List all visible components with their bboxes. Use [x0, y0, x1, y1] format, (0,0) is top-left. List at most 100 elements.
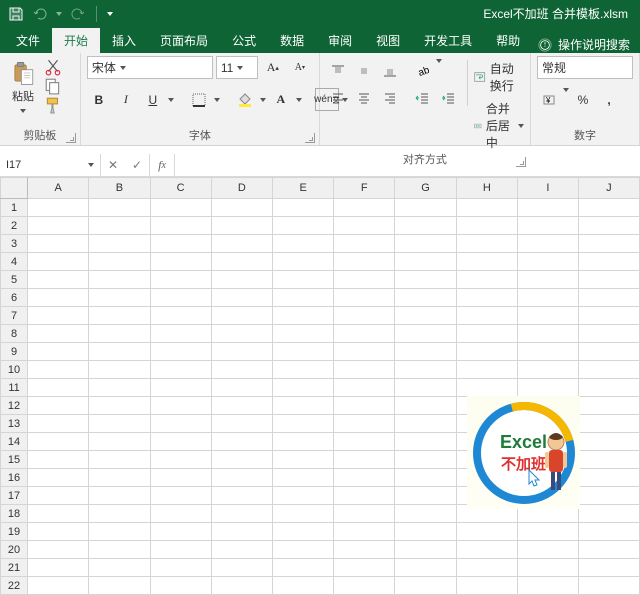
cell[interactable] — [150, 253, 211, 271]
cell[interactable] — [211, 217, 272, 235]
cell[interactable] — [456, 235, 517, 253]
cell[interactable] — [89, 469, 150, 487]
row-header[interactable]: 14 — [1, 433, 28, 451]
cell[interactable] — [28, 397, 89, 415]
cell[interactable] — [28, 487, 89, 505]
cell[interactable] — [395, 415, 456, 433]
cell[interactable] — [211, 253, 272, 271]
percent-format-icon[interactable]: % — [571, 88, 595, 111]
cell[interactable] — [517, 361, 578, 379]
cell[interactable] — [456, 271, 517, 289]
row-header[interactable]: 5 — [1, 271, 28, 289]
cell[interactable] — [395, 307, 456, 325]
cell[interactable] — [89, 487, 150, 505]
cell[interactable] — [273, 469, 334, 487]
cell[interactable] — [273, 559, 334, 577]
cell[interactable] — [334, 487, 395, 505]
cell[interactable] — [89, 415, 150, 433]
column-header[interactable]: E — [273, 178, 334, 199]
tab-home[interactable]: 开始 — [52, 27, 100, 53]
cell[interactable] — [395, 451, 456, 469]
cell[interactable] — [89, 289, 150, 307]
italic-button[interactable]: I — [114, 88, 138, 111]
cell[interactable] — [211, 469, 272, 487]
cell[interactable] — [456, 361, 517, 379]
cell[interactable] — [89, 343, 150, 361]
cell[interactable] — [273, 235, 334, 253]
cell[interactable] — [28, 307, 89, 325]
cell[interactable] — [517, 307, 578, 325]
cell[interactable] — [517, 541, 578, 559]
cell[interactable] — [578, 505, 639, 523]
cell[interactable] — [211, 397, 272, 415]
cell[interactable] — [211, 415, 272, 433]
cell[interactable] — [578, 415, 639, 433]
cell[interactable] — [578, 469, 639, 487]
cell[interactable] — [211, 235, 272, 253]
cell[interactable] — [28, 217, 89, 235]
cell[interactable] — [89, 217, 150, 235]
row-header[interactable]: 6 — [1, 289, 28, 307]
tab-insert[interactable]: 插入 — [100, 27, 148, 53]
font-dialog-launcher-icon[interactable] — [305, 133, 315, 143]
cell[interactable] — [89, 253, 150, 271]
cell[interactable] — [28, 577, 89, 595]
cell[interactable] — [211, 307, 272, 325]
cell[interactable] — [395, 523, 456, 541]
cell[interactable] — [517, 523, 578, 541]
cell[interactable] — [395, 379, 456, 397]
cell[interactable] — [28, 451, 89, 469]
qat-customize-icon[interactable] — [107, 12, 113, 16]
cell[interactable] — [334, 541, 395, 559]
cell[interactable] — [517, 559, 578, 577]
cell[interactable] — [517, 217, 578, 235]
cell[interactable] — [89, 451, 150, 469]
cell[interactable] — [150, 505, 211, 523]
insert-function-icon[interactable]: fx — [150, 154, 175, 176]
cell[interactable] — [517, 199, 578, 217]
cell[interactable] — [89, 379, 150, 397]
cell[interactable] — [28, 469, 89, 487]
cell[interactable] — [273, 307, 334, 325]
row-header[interactable]: 17 — [1, 487, 28, 505]
border-dropdown-icon[interactable] — [214, 98, 220, 102]
cell[interactable] — [150, 523, 211, 541]
cell[interactable] — [517, 343, 578, 361]
cell[interactable] — [395, 505, 456, 523]
cell[interactable] — [150, 451, 211, 469]
underline-button[interactable]: U — [141, 88, 165, 111]
merge-dropdown-icon[interactable] — [518, 124, 524, 128]
cell[interactable] — [334, 469, 395, 487]
spreadsheet-grid[interactable]: ABCDEFGHIJ123456789101112131415161718192… — [0, 177, 640, 595]
cell[interactable] — [517, 577, 578, 595]
cell[interactable] — [334, 307, 395, 325]
cell[interactable] — [89, 271, 150, 289]
copy-icon[interactable] — [44, 78, 62, 94]
cell[interactable] — [334, 271, 395, 289]
cell[interactable] — [150, 559, 211, 577]
cell[interactable] — [334, 433, 395, 451]
cell[interactable] — [273, 505, 334, 523]
cell[interactable] — [211, 325, 272, 343]
orientation-dropdown-icon[interactable] — [436, 59, 442, 63]
increase-indent-icon[interactable] — [436, 86, 460, 109]
cell[interactable] — [89, 559, 150, 577]
cell[interactable] — [89, 235, 150, 253]
cell[interactable] — [211, 559, 272, 577]
tab-review[interactable]: 审阅 — [316, 27, 364, 53]
comma-format-icon[interactable]: , — [597, 88, 621, 111]
cell[interactable] — [395, 361, 456, 379]
cell[interactable] — [517, 253, 578, 271]
cell[interactable] — [150, 307, 211, 325]
decrease-font-icon[interactable]: A▾ — [288, 56, 312, 79]
save-icon[interactable] — [8, 6, 24, 22]
cell[interactable] — [273, 271, 334, 289]
enter-formula-icon[interactable]: ✓ — [125, 158, 149, 172]
cell[interactable] — [395, 397, 456, 415]
redo-icon[interactable] — [70, 6, 86, 22]
cell[interactable] — [517, 289, 578, 307]
cell[interactable] — [334, 361, 395, 379]
cell[interactable] — [89, 541, 150, 559]
cell[interactable] — [89, 199, 150, 217]
cell[interactable] — [578, 379, 639, 397]
